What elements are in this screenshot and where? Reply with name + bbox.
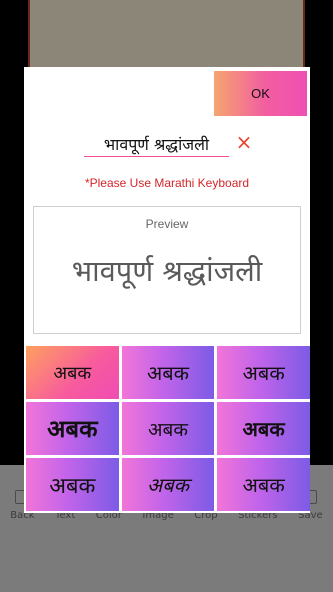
- ok-button[interactable]: OK: [214, 71, 307, 116]
- font-option-6[interactable]: अबक: [217, 402, 310, 455]
- text-input[interactable]: भावपूर्ण श्रद्धांजली: [84, 131, 229, 157]
- preview-box: Preview भावपूर्ण श्रद्धांजली: [33, 206, 301, 334]
- font-option-3[interactable]: अबक: [217, 346, 310, 399]
- text-input-dialog: OK भावपूर्ण श्रद्धांजली × *Please Use Ma…: [24, 67, 310, 513]
- font-option-9[interactable]: अबक: [217, 458, 310, 511]
- font-option-8[interactable]: अबक: [121, 458, 215, 511]
- font-option-4[interactable]: अबक: [26, 402, 119, 455]
- keyboard-hint: *Please Use Marathi Keyboard: [84, 176, 250, 190]
- font-option-5[interactable]: अबक: [121, 402, 215, 455]
- clear-icon[interactable]: ×: [234, 131, 254, 153]
- preview-title: Preview: [145, 217, 189, 231]
- preview-text: भावपूर्ण श्रद्धांजली: [71, 254, 263, 288]
- font-option-1[interactable]: अबक: [26, 346, 119, 399]
- font-grid: अबक अबक अबक अबक अबक अबक अबक अबक अबक: [26, 346, 310, 511]
- background-bottom: [0, 527, 333, 592]
- font-option-2[interactable]: अबक: [121, 346, 215, 399]
- font-option-7[interactable]: अबक: [26, 458, 119, 511]
- background-canvas: [28, 0, 305, 70]
